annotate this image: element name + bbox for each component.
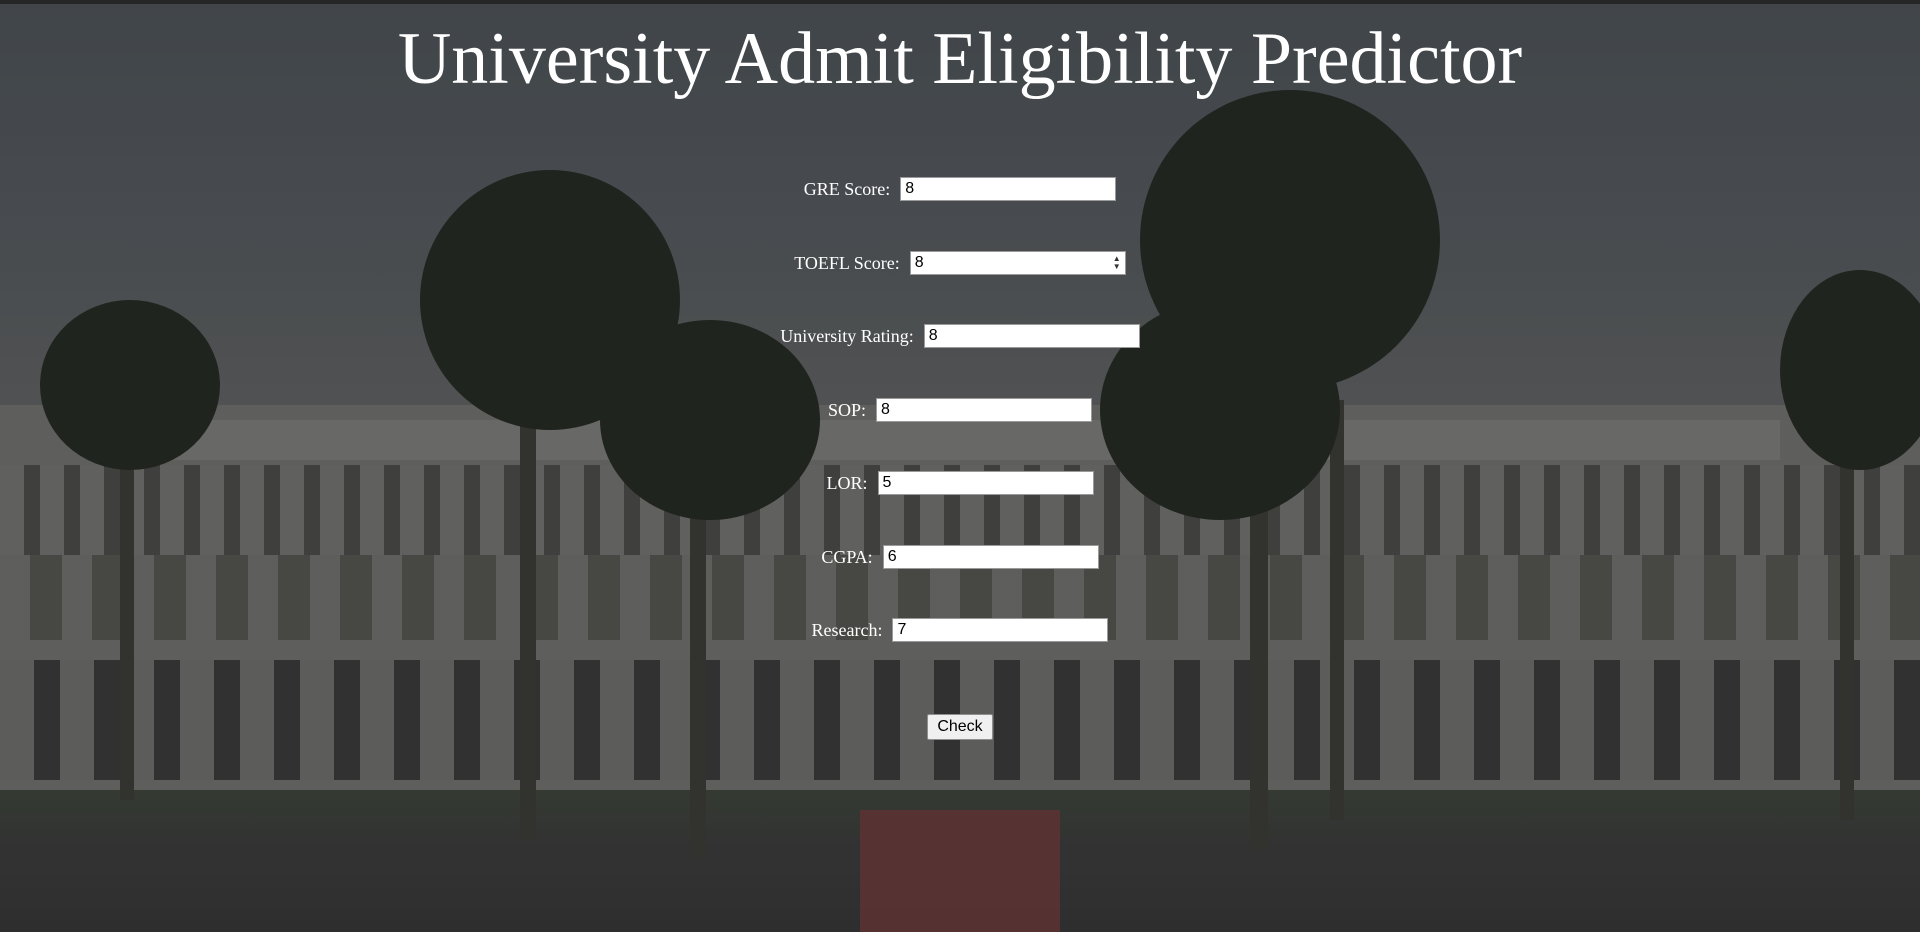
research-row: Research: — [0, 616, 1920, 644]
check-button[interactable]: Check — [927, 714, 993, 740]
gre-score-label: GRE Score: — [803, 178, 891, 199]
cgpa-input[interactable] — [882, 545, 1099, 569]
cgpa-label: CGPA: — [821, 546, 873, 567]
toefl-score-label: TOEFL Score: — [794, 252, 900, 273]
submit-row: Check — [0, 714, 1920, 740]
gre-score-input[interactable] — [900, 177, 1117, 201]
sop-row: SOP: — [0, 396, 1920, 424]
university-rating-label: University Rating: — [780, 325, 914, 346]
cgpa-row: CGPA: — [0, 543, 1920, 571]
lor-row: LOR: — [0, 469, 1920, 497]
university-rating-input[interactable] — [923, 324, 1140, 348]
toefl-score-wrapper: ▲ ▼ — [909, 251, 1126, 275]
university-rating-row: University Rating: — [0, 322, 1920, 350]
research-input[interactable] — [892, 618, 1109, 642]
spinner-down-icon[interactable]: ▼ — [1113, 263, 1121, 271]
toefl-score-row: TOEFL Score: ▲ ▼ — [0, 249, 1920, 277]
lor-label: LOR: — [826, 472, 868, 493]
prediction-form: GRE Score: TOEFL Score: ▲ ▼ University R… — [0, 0, 1920, 932]
number-spinner-icon[interactable]: ▲ ▼ — [1111, 254, 1123, 272]
research-label: Research: — [811, 619, 883, 640]
toefl-score-input[interactable] — [909, 251, 1126, 275]
sop-label: SOP: — [827, 399, 867, 420]
sop-input[interactable] — [876, 398, 1093, 422]
lor-input[interactable] — [877, 471, 1094, 495]
gre-score-row: GRE Score: — [0, 175, 1920, 203]
